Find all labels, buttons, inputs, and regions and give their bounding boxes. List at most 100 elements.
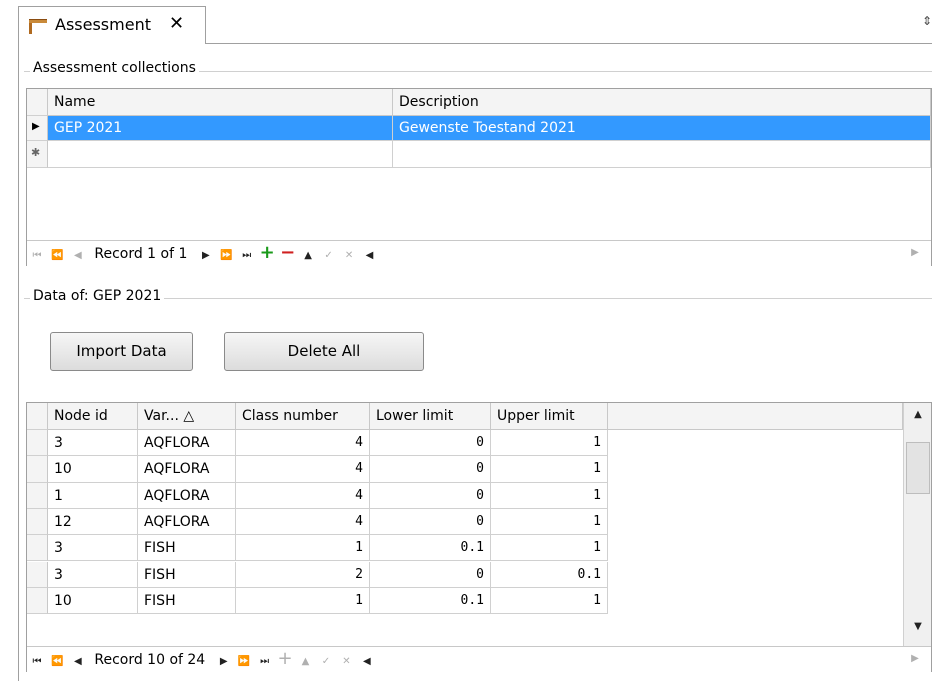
column-header-description[interactable]: Description bbox=[393, 89, 931, 116]
lower-limit-cell[interactable]: 0 bbox=[370, 561, 491, 588]
upper-limit-cell[interactable]: 1 bbox=[491, 430, 608, 457]
upper-limit-cell[interactable]: 1 bbox=[491, 508, 608, 536]
data-grid[interactable]: Node id Var... △ Class number Lower limi… bbox=[26, 402, 932, 672]
assessment-icon bbox=[27, 17, 49, 35]
node-id-cell[interactable]: 3 bbox=[48, 535, 138, 562]
upper-limit-cell[interactable]: 1 bbox=[491, 482, 608, 509]
class-number-cell[interactable]: 4 bbox=[236, 456, 370, 483]
class-number-cell[interactable]: 4 bbox=[236, 508, 370, 536]
node-id-cell[interactable]: 3 bbox=[48, 430, 138, 457]
upper-limit-cell[interactable]: 0.1 bbox=[491, 561, 608, 588]
prev-record-icon[interactable]: ◀ bbox=[70, 652, 86, 672]
last-record-icon[interactable]: ⏭ bbox=[257, 652, 273, 672]
lower-limit-cell[interactable]: 0 bbox=[370, 456, 491, 483]
node-id-cell[interactable]: 3 bbox=[48, 561, 138, 588]
pin-icon[interactable]: ⇕ bbox=[922, 14, 932, 28]
upper-limit-cell[interactable]: 1 bbox=[491, 456, 608, 483]
variable-cell[interactable]: AQFLORA bbox=[138, 456, 236, 483]
column-header-lower-limit[interactable]: Lower limit bbox=[370, 403, 491, 430]
prev-page-icon[interactable]: ⏪ bbox=[49, 246, 65, 266]
variable-cell[interactable]: FISH bbox=[138, 561, 236, 588]
column-header-variable[interactable]: Var... △ bbox=[138, 403, 236, 430]
add-record-icon[interactable]: + bbox=[277, 649, 293, 669]
new-row-icon: ✱ bbox=[31, 146, 41, 159]
import-data-button[interactable]: Import Data bbox=[50, 332, 193, 371]
class-number-cell[interactable]: 4 bbox=[236, 482, 370, 509]
scroll-right-icon[interactable]: ▶ bbox=[907, 243, 923, 263]
vertical-scrollbar[interactable]: ▲ ▼ bbox=[903, 403, 931, 646]
delete-all-button[interactable]: Delete All bbox=[224, 332, 424, 371]
class-number-cell[interactable]: 2 bbox=[236, 561, 370, 588]
collection-description-cell[interactable]: Gewenste Toestand 2021 bbox=[393, 116, 931, 141]
first-record-icon[interactable]: ⏮ bbox=[29, 652, 45, 672]
scroll-left-icon[interactable]: ◀ bbox=[361, 246, 377, 266]
accept-icon[interactable]: ✓ bbox=[321, 246, 337, 266]
variable-cell[interactable]: FISH bbox=[138, 535, 236, 562]
cancel-edit-icon[interactable]: ✕ bbox=[341, 246, 357, 266]
close-icon[interactable]: ✕ bbox=[169, 13, 184, 34]
last-record-icon[interactable]: ⏭ bbox=[239, 246, 255, 266]
collections-group-title: Assessment collections bbox=[30, 60, 199, 76]
next-page-icon[interactable]: ⏩ bbox=[218, 246, 234, 266]
row-indicator[interactable] bbox=[27, 587, 48, 615]
row-indicator[interactable] bbox=[27, 482, 48, 509]
add-record-icon[interactable]: + bbox=[259, 243, 275, 263]
column-header-upper-limit[interactable]: Upper limit bbox=[491, 403, 608, 430]
next-page-icon[interactable]: ⏩ bbox=[236, 652, 252, 672]
tab-assessment[interactable]: Assessment ✕ bbox=[18, 6, 206, 44]
upper-limit-cell[interactable]: 1 bbox=[491, 535, 608, 562]
node-id-cell[interactable]: 1 bbox=[48, 482, 138, 509]
row-indicator[interactable] bbox=[27, 508, 48, 536]
class-number-cell[interactable]: 1 bbox=[236, 535, 370, 562]
row-indicator[interactable] bbox=[27, 561, 48, 588]
column-header-node-id[interactable]: Node id bbox=[48, 403, 138, 430]
node-id-cell[interactable]: 12 bbox=[48, 508, 138, 536]
lower-limit-cell[interactable]: 0.1 bbox=[370, 587, 491, 615]
prev-record-icon[interactable]: ◀ bbox=[70, 246, 86, 266]
next-record-icon[interactable]: ▶ bbox=[198, 246, 214, 266]
variable-cell[interactable]: FISH bbox=[138, 587, 236, 615]
accept-icon[interactable]: ✓ bbox=[318, 652, 334, 672]
lower-limit-cell[interactable]: 0.1 bbox=[370, 535, 491, 562]
scrollbar-thumb[interactable] bbox=[906, 441, 930, 494]
row-pointer-icon: ▶ bbox=[32, 121, 40, 132]
move-up-icon[interactable]: ▲ bbox=[297, 652, 313, 672]
row-indicator[interactable]: ▶ bbox=[27, 116, 48, 141]
collections-grid[interactable]: Name Description ▶ GEP 2021 Gewenste Toe… bbox=[26, 88, 932, 266]
move-up-icon[interactable]: ▲ bbox=[300, 246, 316, 266]
record-counter: Record 1 of 1 bbox=[94, 246, 188, 262]
first-record-icon[interactable]: ⏮ bbox=[29, 246, 45, 266]
variable-cell[interactable]: AQFLORA bbox=[138, 508, 236, 536]
row-indicator[interactable] bbox=[27, 456, 48, 483]
lower-limit-cell[interactable]: 0 bbox=[370, 482, 491, 509]
cancel-edit-icon[interactable]: ✕ bbox=[338, 652, 354, 672]
next-record-icon[interactable]: ▶ bbox=[216, 652, 232, 672]
node-id-cell[interactable]: 10 bbox=[48, 456, 138, 483]
scroll-left-icon[interactable]: ◀ bbox=[359, 652, 375, 672]
node-id-cell[interactable]: 10 bbox=[48, 587, 138, 615]
new-row-indicator[interactable]: ✱ bbox=[27, 141, 48, 168]
data-navigator: ⏮ ⏪ ◀ Record 10 of 24 ▶ ⏩ ⏭ + ▲ ✓ ✕ ◀ ▶ bbox=[27, 646, 931, 672]
row-indicator[interactable] bbox=[27, 430, 48, 457]
class-number-cell[interactable]: 4 bbox=[236, 430, 370, 457]
prev-page-icon[interactable]: ⏪ bbox=[49, 652, 65, 672]
column-header-filler bbox=[608, 403, 903, 430]
new-description-cell[interactable] bbox=[393, 141, 931, 168]
scroll-up-icon[interactable]: ▲ bbox=[904, 405, 932, 425]
class-number-cell[interactable]: 1 bbox=[236, 587, 370, 615]
collection-name-cell[interactable]: GEP 2021 bbox=[48, 116, 393, 141]
column-header-name[interactable]: Name bbox=[48, 89, 393, 116]
scroll-down-icon[interactable]: ▼ bbox=[904, 617, 932, 637]
scroll-right-icon[interactable]: ▶ bbox=[907, 649, 923, 669]
tab-title: Assessment bbox=[55, 15, 151, 34]
variable-cell[interactable]: AQFLORA bbox=[138, 482, 236, 509]
row-indicator[interactable] bbox=[27, 535, 48, 562]
new-name-cell[interactable] bbox=[48, 141, 393, 168]
variable-cell[interactable]: AQFLORA bbox=[138, 430, 236, 457]
lower-limit-cell[interactable]: 0 bbox=[370, 430, 491, 457]
remove-record-icon[interactable]: − bbox=[280, 243, 296, 263]
column-header-class-number[interactable]: Class number bbox=[236, 403, 370, 430]
lower-limit-cell[interactable]: 0 bbox=[370, 508, 491, 536]
upper-limit-cell[interactable]: 1 bbox=[491, 587, 608, 615]
header-corner bbox=[27, 403, 48, 430]
